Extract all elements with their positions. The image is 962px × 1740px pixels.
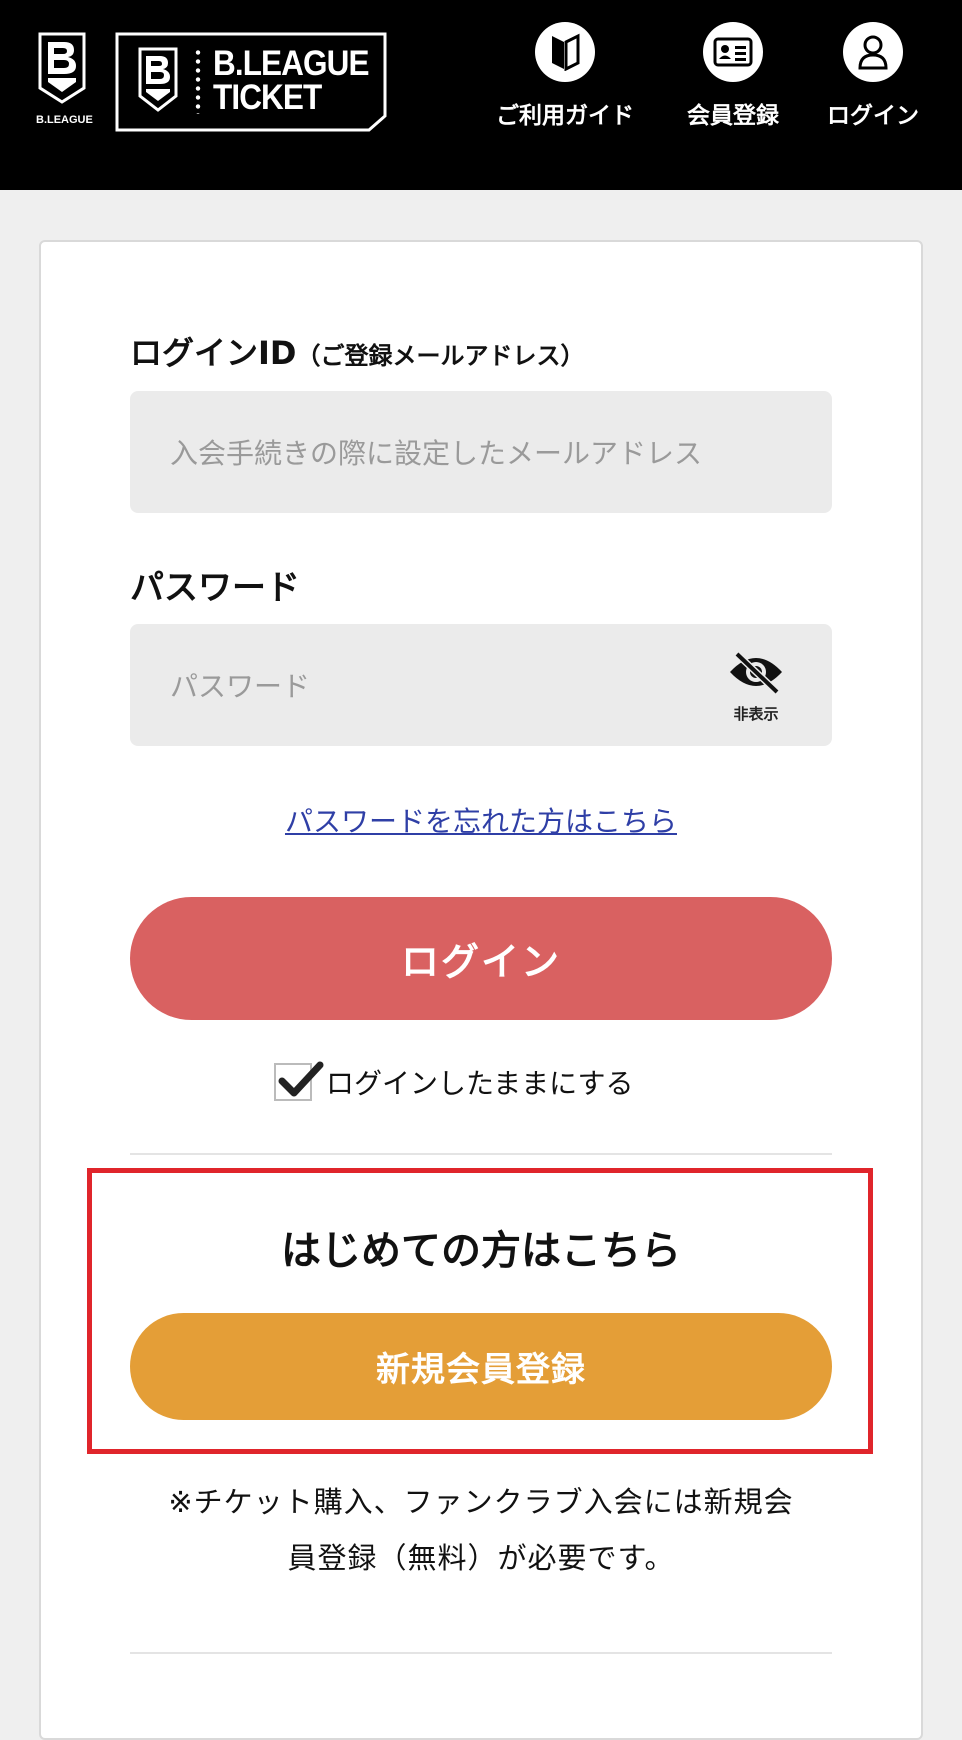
remember-login-option[interactable]: ログインしたままにする <box>274 1060 633 1104</box>
password-toggle-label: 非表示 <box>733 705 779 723</box>
login-id-label-main: ログインID <box>130 334 297 372</box>
member-card-icon <box>703 22 763 82</box>
password-visibility-toggle[interactable]: 非表示 <box>726 650 786 724</box>
bleague-emblem-icon <box>38 32 86 104</box>
ticket-emblem-icon <box>138 47 178 112</box>
nav-guide-label: ご利用ガイド <box>496 103 634 129</box>
remember-login-label: ログインしたままにする <box>326 1067 634 1100</box>
ticket-logo-divider <box>195 48 201 114</box>
bottom-divider <box>130 1652 832 1654</box>
bleague-ticket-logo[interactable]: B.LEAGUE TICKET <box>115 32 387 132</box>
user-icon <box>843 22 903 82</box>
guide-icon <box>535 22 595 82</box>
nav-register[interactable]: 会員登録 <box>658 22 808 130</box>
forgot-password-link[interactable]: パスワードを忘れた方はこちら <box>0 800 962 840</box>
first-time-title: はじめての方はこちら <box>281 1228 681 1274</box>
check-icon <box>278 1061 324 1097</box>
nav-login[interactable]: ログイン <box>798 22 948 130</box>
registration-note-line1: ※チケット購入、ファンクラブ入会には新規会 <box>168 1485 794 1519</box>
section-divider <box>130 1153 832 1155</box>
eye-slash-icon <box>730 651 782 695</box>
nav-guide[interactable]: ご利用ガイド <box>490 22 640 130</box>
password-input[interactable]: パスワード 非表示 <box>130 624 832 746</box>
login-button[interactable]: ログイン <box>130 897 832 1020</box>
bleague-logo-text: B.LEAGUE <box>36 114 93 126</box>
registration-note-line2: 員登録（無料）が必要です。 <box>287 1541 675 1575</box>
password-placeholder: パスワード <box>170 670 311 703</box>
nav-login-label: ログイン <box>827 103 919 129</box>
bleague-logo[interactable]: B.LEAGUE <box>36 30 93 130</box>
registration-note: ※チケット購入、ファンクラブ入会には新規会 員登録（無料）が必要です。 <box>130 1474 832 1586</box>
login-id-label-sub: （ご登録メールアドレス） <box>296 342 585 370</box>
remember-login-checkbox[interactable] <box>274 1061 324 1101</box>
ticket-logo-line2: TICKET <box>213 78 322 117</box>
login-id-input[interactable]: 入会手続きの際に設定したメールアドレス <box>130 391 832 513</box>
login-id-label: ログインID（ご登録メールアドレス） <box>130 328 584 374</box>
ticket-logo-line1: B.LEAGUE <box>213 44 369 83</box>
login-id-placeholder: 入会手続きの際に設定したメールアドレス <box>170 437 703 470</box>
new-member-register-button[interactable]: 新規会員登録 <box>130 1313 832 1420</box>
nav-register-label: 会員登録 <box>687 103 779 129</box>
password-label: パスワード <box>130 568 300 608</box>
site-header: B.LEAGUE B.LEAGUE TICKET ご利用ガイド 会員登録 ログイ… <box>0 0 962 190</box>
